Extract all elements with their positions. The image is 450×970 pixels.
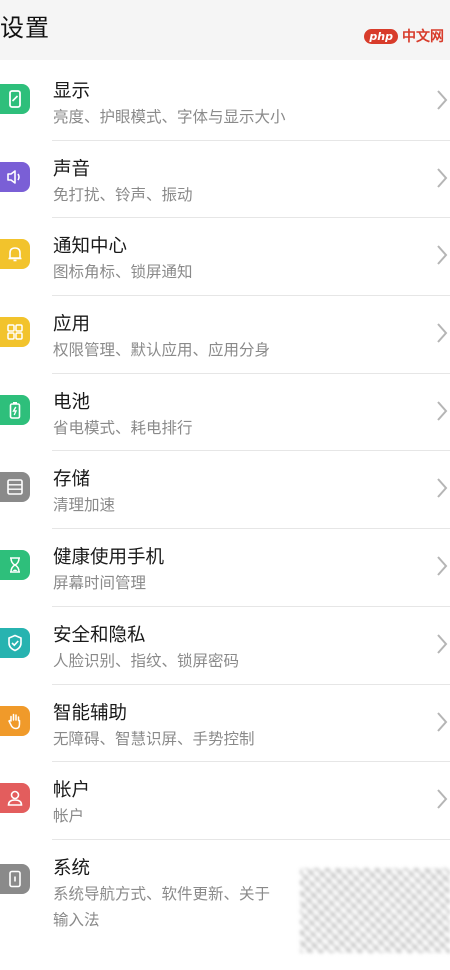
display-icon [0,84,30,114]
chevron-right-icon [437,323,448,343]
settings-item-smart-assistance[interactable]: 智能辅助 无障碍、智慧识屏、手势控制 [0,685,450,763]
item-title: 安全和隐私 [53,624,146,646]
item-title: 声音 [53,158,91,180]
item-title: 健康使用手机 [53,547,165,569]
settings-item-storage[interactable]: 存储 清理加速 [0,451,450,530]
account-icon [0,783,30,814]
page-title: 设置 [0,14,50,42]
mosaic-overlay [300,868,450,953]
settings-item-security[interactable]: 安全和隐私 人脸识别、指纹、锁屏密码 [0,607,450,685]
settings-list: 显示 亮度、护眼模式、字体与显示大小 声音 免打扰、铃声、振动 通知中心 图标角… [0,63,450,970]
apps-grid-icon [0,317,30,348]
watermark-text: 中文网 [402,29,444,45]
item-title: 显示 [53,81,91,102]
settings-item-display[interactable]: 显示 亮度、护眼模式、字体与显示大小 [0,63,450,141]
item-title: 系统 [53,857,91,879]
item-title: 帐户 [53,780,91,802]
item-subtitle: 图标角标、锁屏通知 [53,263,193,282]
settings-item-sound[interactable]: 声音 免打扰、铃声、振动 [0,141,450,219]
item-title: 存储 [53,469,91,491]
speaker-icon [0,161,30,192]
item-subtitle: 帐户 [53,807,85,826]
chevron-right-icon [437,789,448,809]
app-header: 设置 php 中文网 [0,0,450,60]
item-subtitle: 清理加速 [53,496,116,515]
item-subtitle-line2: 输入法 [53,910,100,929]
hourglass-icon [0,550,30,581]
item-subtitle: 省电模式、耗电排行 [53,418,193,437]
settings-item-account[interactable]: 帐户 帐户 [0,762,450,840]
item-subtitle: 人脸识别、指纹、锁屏密码 [53,651,240,670]
hand-icon [0,705,30,736]
shield-icon [0,627,30,658]
settings-item-battery[interactable]: 电池 省电模式、耗电排行 [0,374,450,452]
battery-icon [0,394,30,425]
settings-item-digital-balance[interactable]: 健康使用手机 屏幕时间管理 [0,529,450,607]
chevron-right-icon [437,478,448,499]
item-title: 智能辅助 [53,702,128,724]
chevron-right-icon [437,401,448,421]
item-subtitle: 无障碍、智慧识屏、手势控制 [53,729,255,748]
watermark-badge: php [364,28,398,44]
item-subtitle: 亮度、护眼模式、字体与显示大小 [53,108,286,126]
chevron-right-icon [437,168,448,188]
chevron-right-icon [437,634,448,654]
bell-icon [0,239,30,270]
chevron-right-icon [437,556,448,576]
storage-icon [0,472,30,503]
chevron-right-icon [437,711,448,732]
item-title: 通知中心 [53,236,128,258]
item-subtitle: 免打扰、铃声、振动 [53,185,193,204]
settings-item-apps[interactable]: 应用 权限管理、默认应用、应用分身 [0,296,450,374]
item-title: 应用 [53,314,91,336]
item-title: 电池 [53,391,91,413]
chevron-right-icon [437,90,448,110]
item-subtitle: 权限管理、默认应用、应用分身 [53,341,271,360]
settings-item-notifications[interactable]: 通知中心 图标角标、锁屏通知 [0,218,450,297]
chevron-right-icon [437,245,448,266]
phone-icon [0,863,30,894]
watermark-logo: php 中文网 [364,26,444,46]
item-subtitle: 系统导航方式、软件更新、关于 [53,884,271,903]
item-subtitle: 屏幕时间管理 [53,574,147,593]
